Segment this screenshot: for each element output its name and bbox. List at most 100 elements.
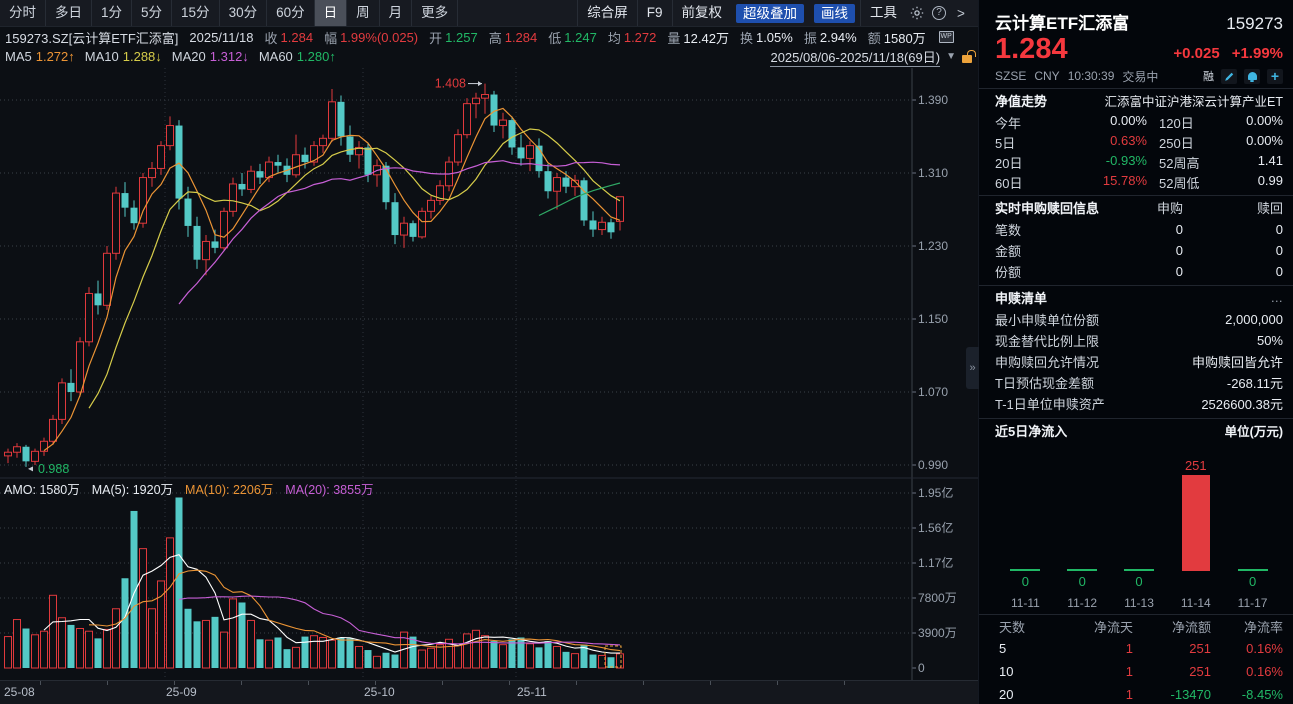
quote-field-量: 量 12.42万 bbox=[667, 28, 729, 47]
list-label: 现金替代比例上限 bbox=[995, 334, 1100, 349]
menu-综合屏[interactable]: 综合屏 bbox=[577, 0, 637, 26]
x-axis-tick bbox=[710, 681, 711, 685]
svg-text:1.17亿: 1.17亿 bbox=[918, 555, 953, 570]
menu-F9[interactable]: F9 bbox=[636, 0, 672, 26]
x-axis-tick bbox=[308, 681, 309, 685]
candlestick-chart[interactable]: 1.390 1.310 1.230 1.150 1.070 0.990 1.95亿 1.56亿… bbox=[0, 0, 978, 680]
vol-ma10-label: MA(10): bbox=[185, 482, 230, 497]
vol-ma5-value: 1920万 bbox=[132, 482, 174, 497]
quote-field-value: 1580万 bbox=[883, 30, 926, 46]
nav-label: 60日 bbox=[995, 175, 1023, 191]
x-axis-tick bbox=[777, 681, 778, 685]
list-label: 申购赎回允许情况 bbox=[995, 355, 1100, 370]
subscribe-value: 0 bbox=[1175, 264, 1183, 279]
tab-月[interactable]: 月 bbox=[380, 0, 413, 26]
wp-window-icon[interactable]: WP bbox=[938, 31, 954, 43]
tab-60分[interactable]: 60分 bbox=[267, 0, 315, 26]
list-value: 50% bbox=[1256, 333, 1283, 348]
net-inflow-bar-chart[interactable]: 0 11-11 0 11-12 0 11-13 251 11-14 0 11-17 bbox=[995, 442, 1283, 614]
ma-label: MA5 bbox=[5, 49, 32, 64]
vol-ma20-value: 3855万 bbox=[333, 482, 374, 497]
redeem-value: 0 bbox=[1275, 243, 1283, 258]
unlock-icon[interactable] bbox=[962, 54, 972, 63]
menu-工具[interactable]: 工具 bbox=[860, 0, 906, 26]
quote-field-开: 开 1.257 bbox=[429, 28, 478, 47]
nav-performance-row: 今年 0.00% 120日 0.00% bbox=[995, 112, 1283, 132]
tab-日[interactable]: 日 bbox=[314, 0, 348, 26]
list-row: T日预估现金差额 -268.11元 bbox=[995, 372, 1283, 393]
tab-15分[interactable]: 15分 bbox=[172, 0, 220, 26]
tab-5分[interactable]: 5分 bbox=[132, 0, 173, 26]
add-watchlist-icon[interactable]: + bbox=[1267, 68, 1283, 84]
ma-label: MA10 bbox=[84, 49, 119, 64]
svg-text:0: 0 bbox=[918, 661, 925, 675]
nav-label: 52周低 bbox=[1159, 175, 1200, 191]
menu-前复权[interactable]: 前复权 bbox=[671, 0, 732, 26]
range-dropdown-icon[interactable]: ▼ bbox=[946, 51, 956, 62]
x-axis[interactable]: 25-08 25-09 25-10 25-11 bbox=[0, 680, 978, 704]
top-toolbar: 分时 多日 1分 5分 15分 30分 60分日周月更多 综合屏 F9 前复权 超级叠加 画线 工具?… bbox=[0, 0, 978, 27]
flow-zero-label: 0 bbox=[1248, 574, 1257, 589]
quote-field-高: 高 1.284 bbox=[489, 28, 538, 47]
alert-bell-icon[interactable] bbox=[1244, 68, 1260, 84]
nav-label: 20日 bbox=[995, 155, 1023, 171]
vol-ma20-label: MA(20): bbox=[285, 482, 330, 497]
list-value: 2,000,000 bbox=[1225, 312, 1283, 327]
trading-status: 交易中 bbox=[1122, 69, 1159, 84]
quote-field-label: 开 bbox=[429, 30, 443, 46]
tab-更多[interactable]: 更多 bbox=[412, 0, 459, 26]
nav-performance-rows: 今年 0.00% 120日 0.00% 5日 0.63% 250日 0.00% 20日 -0.93… bbox=[995, 112, 1283, 192]
list-value: 2526600.38元 bbox=[1201, 397, 1283, 412]
svg-text:7800万: 7800万 bbox=[918, 591, 957, 605]
menu-超级叠加[interactable]: 超级叠加 bbox=[736, 3, 804, 23]
list-row: 申购赎回允许情况 申购赎回皆允许 bbox=[995, 351, 1283, 372]
quote-field-收: 收 1.284 bbox=[265, 28, 314, 47]
quote-field-额: 额 1580万 bbox=[868, 28, 926, 47]
flow-table-row: 5 1 251 0.16% bbox=[995, 637, 1283, 660]
help-icon[interactable]: ? bbox=[928, 6, 950, 20]
tab-多日[interactable]: 多日 bbox=[46, 0, 92, 26]
gear-icon[interactable] bbox=[906, 6, 928, 20]
list-label: T日预估现金差额 bbox=[995, 376, 1094, 391]
flow-cell: -13470 bbox=[1170, 687, 1211, 702]
tab-分时[interactable]: 分时 bbox=[0, 0, 46, 26]
fund-full-name[interactable]: 汇添富中证沪港深云计算产业ET bbox=[1105, 91, 1283, 110]
tab-1分[interactable]: 1分 bbox=[92, 0, 133, 26]
nav-pair: 120日 0.00% bbox=[1147, 113, 1283, 132]
realtime-label: 金额 bbox=[995, 244, 1022, 259]
svg-text:0.990: 0.990 bbox=[918, 458, 948, 472]
flow-bar-column: 0 11-12 bbox=[1054, 444, 1111, 614]
volume-indicator-row: AMO: 1580万 MA(5): 1920万 MA(10): 2206万 MA… bbox=[0, 480, 900, 497]
svg-text:3900万: 3900万 bbox=[918, 626, 957, 640]
quote-field-label: 量 bbox=[667, 30, 681, 46]
ma-value: 1.288↓ bbox=[122, 49, 162, 64]
chevron-right-icon[interactable]: > bbox=[950, 6, 972, 21]
vol-ma10-value: 2206万 bbox=[232, 482, 274, 497]
more-icon[interactable]: … bbox=[1271, 291, 1284, 305]
svg-text:1.070: 1.070 bbox=[918, 385, 948, 399]
flow-col-header: 净流率 bbox=[1243, 619, 1283, 635]
currency-label: CNY bbox=[1034, 69, 1060, 83]
ma-indicator-row: MA5 1.272↑ MA10 1.288↓ MA20 1.312↓ MA60 1.280↑ … bbox=[0, 47, 978, 67]
x-axis-label: 25-08 bbox=[4, 685, 35, 699]
flow-unit-label: 单位(万元) bbox=[1224, 425, 1283, 439]
tab-周[interactable]: 周 bbox=[347, 0, 380, 26]
quote-time: 10:30:39 bbox=[1067, 69, 1115, 83]
edit-icon[interactable] bbox=[1221, 68, 1237, 84]
list-row: 最小申赎单位份额 2,000,000 bbox=[995, 309, 1283, 330]
amo-value: 1580万 bbox=[39, 482, 80, 497]
vol-ma5-label: MA(5): bbox=[91, 482, 130, 497]
flow-date-label: 11-12 bbox=[1067, 596, 1098, 610]
panel-expander[interactable]: » bbox=[966, 347, 979, 389]
flow-cell: 1 bbox=[1125, 641, 1133, 656]
flow-zero-label: 0 bbox=[1021, 574, 1030, 589]
flow-col-header: 天数 bbox=[999, 619, 1026, 635]
nav-value: 0.00% bbox=[1246, 112, 1283, 128]
flow-bar-column: 0 11-13 bbox=[1111, 444, 1168, 614]
last-price: 1.284 bbox=[995, 33, 1068, 65]
tab-30分[interactable]: 30分 bbox=[220, 0, 268, 26]
creation-redemption-list: 最小申赎单位份额 2,000,000 现金替代比例上限 50% 申购赎回允许情况 申购赎回… bbox=[995, 309, 1283, 414]
menu-画线[interactable]: 画线 bbox=[814, 3, 855, 23]
date-range-selector[interactable]: 2025/08/06-2025/11/18(69日) bbox=[770, 47, 941, 67]
redeem-col-header: 赎回 bbox=[1256, 201, 1283, 216]
